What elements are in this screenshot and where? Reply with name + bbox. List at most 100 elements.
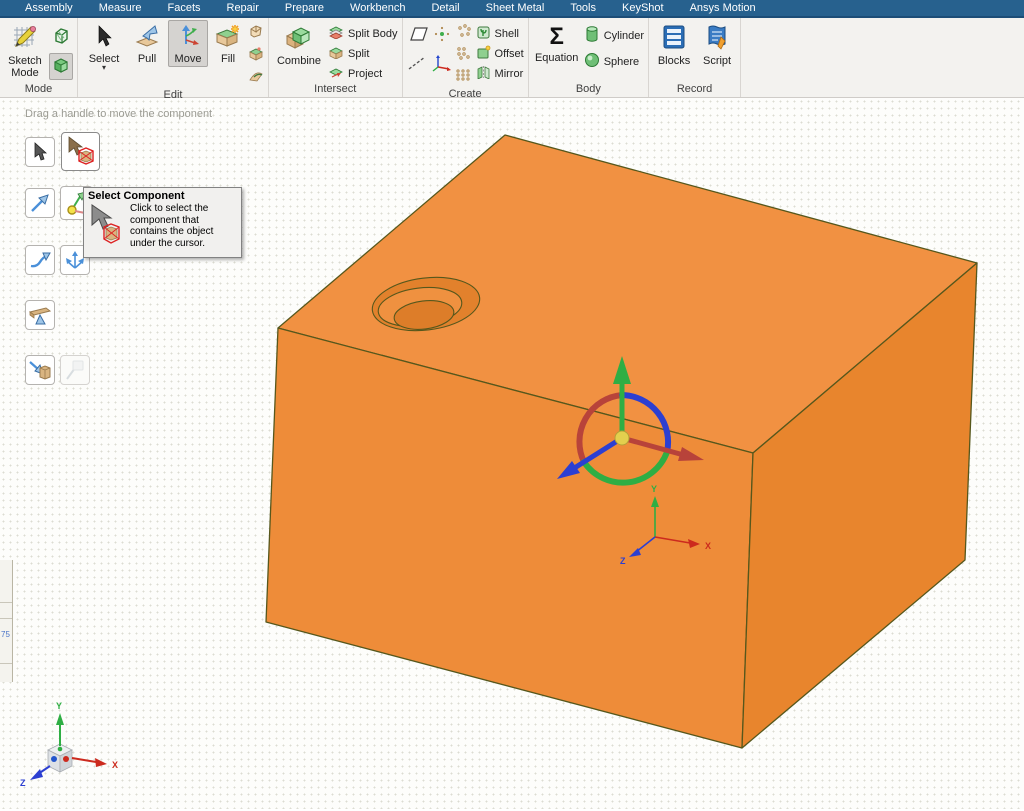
axis-icon[interactable] bbox=[432, 55, 452, 78]
local-axis-label-x: X bbox=[705, 541, 711, 551]
tooltip-body: Click to select the component that conta… bbox=[130, 203, 222, 249]
shell-button[interactable]: Shell bbox=[476, 25, 524, 42]
sphere-label: Sphere bbox=[604, 56, 639, 68]
world-axis-triad[interactable]: Y X Z bbox=[20, 701, 118, 788]
menu-facets[interactable]: Facets bbox=[154, 2, 213, 14]
cylinder-label: Cylinder bbox=[604, 30, 644, 42]
menu-sheet-metal[interactable]: Sheet Metal bbox=[473, 2, 558, 14]
sketch-mode-icon bbox=[12, 24, 38, 53]
sketch-mode-label: Sketch Mode bbox=[8, 55, 42, 79]
ribbon-group-mode: Sketch Mode bbox=[0, 18, 78, 97]
ghost-arrow-icon bbox=[63, 359, 87, 381]
group-label-body: Body bbox=[533, 82, 644, 97]
split-icon bbox=[328, 45, 344, 62]
shell-icon bbox=[476, 25, 491, 42]
cylinder-button[interactable]: Cylinder bbox=[584, 25, 644, 46]
curved-move-tool-button[interactable] bbox=[25, 245, 55, 275]
face-fan-icon[interactable] bbox=[248, 68, 264, 88]
split-label: Split bbox=[348, 48, 369, 60]
sketch-mode-button[interactable]: Sketch Mode bbox=[4, 20, 46, 81]
group-label-record: Record bbox=[653, 82, 736, 97]
equation-button[interactable]: Σ Equation bbox=[533, 20, 581, 66]
script-label: Script bbox=[703, 55, 731, 67]
menu-workbench[interactable]: Workbench bbox=[337, 2, 418, 14]
equation-label: Equation bbox=[535, 52, 578, 64]
blocks-icon bbox=[661, 24, 687, 53]
move-button[interactable]: Move bbox=[168, 20, 208, 67]
clipped-side-panel: 75 bbox=[0, 560, 13, 682]
point-icon[interactable] bbox=[432, 26, 452, 47]
world-axis-label-x: X bbox=[112, 760, 118, 770]
tooltip-select-component: Select Component Click to select the com… bbox=[83, 187, 242, 258]
ribbon-group-intersect: Combine Split Body bbox=[269, 18, 403, 97]
script-button[interactable]: Script bbox=[698, 20, 736, 69]
sphere-button[interactable]: Sphere bbox=[584, 52, 644, 71]
menu-detail[interactable]: Detail bbox=[418, 2, 472, 14]
arrow-into-box-icon bbox=[28, 359, 52, 381]
solid-mode-button[interactable] bbox=[49, 53, 73, 80]
ribbon-group-edit: Select ▾ Pull bbox=[78, 18, 269, 97]
combine-label: Combine bbox=[277, 55, 321, 67]
select-dropdown-caret[interactable]: ▾ bbox=[102, 65, 106, 71]
tooltip-select-component-icon bbox=[88, 203, 124, 247]
move-to-tool-button[interactable] bbox=[25, 355, 55, 385]
select-component-tool-button[interactable] bbox=[61, 132, 100, 171]
split-body-icon bbox=[328, 25, 344, 42]
blocks-button[interactable]: Blocks bbox=[653, 20, 695, 69]
shell-label: Shell bbox=[495, 28, 519, 40]
cursor-icon bbox=[31, 142, 49, 162]
face-stack-icon[interactable] bbox=[248, 46, 264, 66]
pattern-grid-icon[interactable] bbox=[455, 68, 473, 87]
ribbon-group-body: Σ Equation Cylinder bbox=[529, 18, 649, 97]
replace-face-icon[interactable] bbox=[248, 24, 264, 44]
menu-tools[interactable]: Tools bbox=[557, 2, 609, 14]
menu-repair[interactable]: Repair bbox=[214, 2, 272, 14]
script-icon bbox=[704, 24, 730, 53]
pattern-radial-icon[interactable] bbox=[455, 46, 473, 65]
ribbon-group-create: Shell Offset bbox=[403, 18, 529, 97]
cube-solid-icon bbox=[52, 56, 70, 77]
project-button[interactable]: Project bbox=[328, 65, 398, 82]
menu-prepare[interactable]: Prepare bbox=[272, 2, 337, 14]
side-panel-fragment-text: 75 bbox=[1, 630, 10, 639]
pull-button[interactable]: Pull bbox=[129, 20, 165, 67]
split-button[interactable]: Split bbox=[328, 45, 398, 62]
select-component-icon bbox=[66, 136, 96, 168]
ribbon: Sketch Mode bbox=[0, 18, 1024, 98]
move-direction-tool-button[interactable] bbox=[25, 188, 55, 218]
section-mode-button[interactable] bbox=[49, 24, 73, 51]
menu-ansys-motion[interactable]: Ansys Motion bbox=[677, 2, 769, 14]
menu-keyshot[interactable]: KeyShot bbox=[609, 2, 677, 14]
offset-button[interactable]: Offset bbox=[476, 45, 524, 62]
split-body-button[interactable]: Split Body bbox=[328, 25, 398, 42]
menu-measure[interactable]: Measure bbox=[86, 2, 155, 14]
menu-assembly[interactable]: Assembly bbox=[12, 2, 86, 14]
sphere-icon bbox=[584, 52, 600, 71]
plane-icon[interactable] bbox=[407, 26, 429, 47]
pattern-circle-icon[interactable] bbox=[455, 24, 473, 43]
local-axis-label-z: Z bbox=[620, 556, 626, 566]
fill-button[interactable]: Fill bbox=[211, 20, 245, 67]
cube-outline-icon bbox=[52, 27, 70, 48]
fill-label: Fill bbox=[221, 53, 235, 65]
manipulator-center-ball[interactable] bbox=[615, 431, 629, 445]
line-icon[interactable] bbox=[407, 55, 429, 76]
local-axis-label-y: Y bbox=[651, 484, 657, 494]
select-tool-button[interactable] bbox=[25, 137, 55, 167]
mirror-icon bbox=[476, 65, 491, 82]
group-label-intersect: Intersect bbox=[273, 82, 398, 97]
select-button[interactable]: Select ▾ bbox=[82, 20, 126, 73]
disabled-move-tool-button bbox=[60, 355, 90, 385]
fill-icon bbox=[214, 24, 242, 51]
mirror-label: Mirror bbox=[495, 68, 524, 80]
fulcrum-tool-button[interactable] bbox=[25, 300, 55, 330]
mirror-button[interactable]: Mirror bbox=[476, 65, 524, 82]
model-viewport[interactable]: Drag a handle to move the component bbox=[0, 98, 1024, 809]
combine-icon bbox=[284, 24, 314, 53]
offset-label: Offset bbox=[495, 48, 524, 60]
cylinder-icon bbox=[584, 25, 600, 46]
pull-icon bbox=[133, 24, 161, 51]
project-label: Project bbox=[348, 68, 382, 80]
combine-button[interactable]: Combine bbox=[273, 20, 325, 69]
select-cursor-icon bbox=[93, 24, 115, 51]
